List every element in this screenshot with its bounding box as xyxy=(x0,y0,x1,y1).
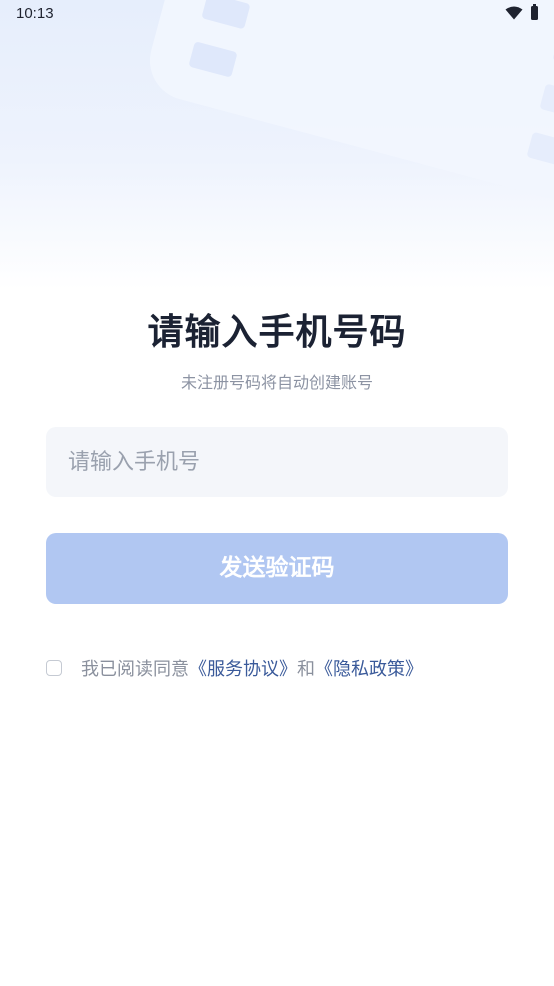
status-time: 10:13 xyxy=(16,5,54,22)
status-icons xyxy=(505,4,538,20)
wifi-icon xyxy=(505,6,523,20)
send-code-button[interactable]: 发送验证码 xyxy=(46,533,508,604)
agreement-conjunction: 和 xyxy=(297,659,315,680)
service-agreement-link[interactable]: 《服务协议》 xyxy=(189,655,297,681)
film-strip-illustration xyxy=(149,0,554,202)
agreement-checkbox[interactable] xyxy=(46,660,62,676)
phone-number-input[interactable] xyxy=(46,427,508,497)
agreement-prefix: 我已阅读同意 xyxy=(81,659,189,680)
privacy-policy-link[interactable]: 《隐私政策》 xyxy=(315,655,423,681)
agreement-row: 我已阅读同意 《服务协议》 和 《隐私政策》 xyxy=(46,656,423,680)
login-screen: 10:13 请输入手机号码 未注册号码将自动创建账号 发送验证码 我已阅读同意 … xyxy=(0,0,554,986)
page-title: 请输入手机号码 xyxy=(147,312,407,353)
hero-background xyxy=(0,0,554,290)
page-subtitle: 未注册号码将自动创建账号 xyxy=(180,373,373,392)
status-bar: 10:13 xyxy=(0,0,554,30)
battery-icon xyxy=(531,4,538,20)
